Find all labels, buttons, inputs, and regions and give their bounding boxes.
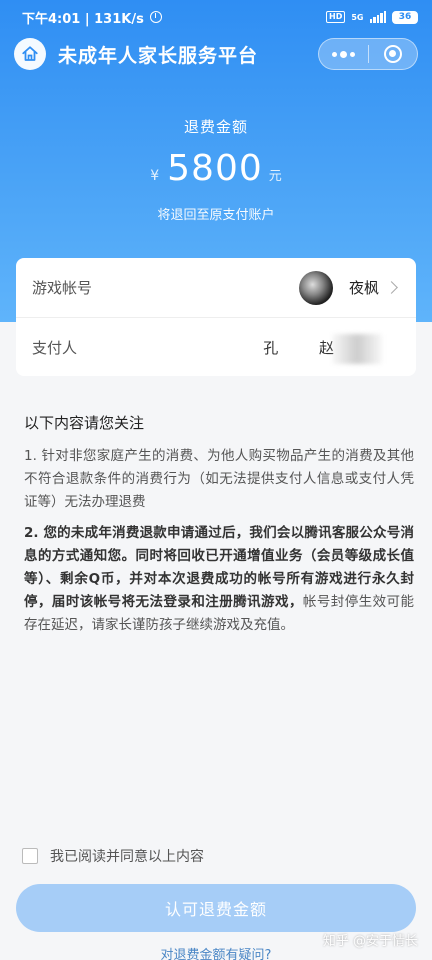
account-card: 游戏帐号 夜枫 支付人 孔 赵 [16, 258, 416, 376]
close-mini-program-icon[interactable] [368, 45, 417, 63]
amount-value: 5800 [167, 148, 263, 189]
game-account-row[interactable]: 游戏帐号 夜枫 [16, 258, 416, 317]
status-right: HD 5G 36 [326, 10, 418, 24]
home-icon [22, 46, 38, 61]
status-time: 下午4:01 | 131K/s [22, 11, 144, 27]
chevron-right-icon [385, 281, 398, 294]
avatar [298, 270, 333, 305]
privacy-blur [332, 334, 382, 364]
notice-item-1: 1. 针对非您家庭产生的消费、为他人购买物品产生的消费及其他不符合退款条件的消费… [24, 448, 414, 510]
nickname: 夜枫 [348, 279, 379, 297]
game-account-label: 游戏帐号 [32, 279, 93, 297]
amount-unit: 元 [268, 169, 282, 184]
payer-row: 支付人 孔 赵 [16, 317, 416, 376]
notice-section: 以下内容请您关注 1. 针对非您家庭产生的消费、为他人购买物品产生的消费及其他不… [24, 412, 414, 645]
refund-label: 退费金额 [183, 118, 248, 136]
status-left: 下午4:01 | 131K/s [22, 8, 162, 27]
signal-icon [369, 11, 386, 23]
nav-bar: 未成年人家长服务平台 [0, 34, 432, 74]
network-label: 5G [351, 12, 364, 22]
refund-question-link[interactable]: 对退费金额有疑问? [0, 944, 432, 960]
refund-amount: ¥ 5800 元 [0, 148, 432, 189]
payer-label: 支付人 [32, 338, 78, 357]
notice-title: 以下内容请您关注 [24, 414, 145, 432]
confirm-refund-button[interactable]: 认可退费金额 [16, 884, 416, 932]
more-icon[interactable] [319, 50, 368, 58]
alarm-icon [149, 11, 162, 23]
battery-icon: 36 [392, 10, 418, 24]
agree-checkbox[interactable] [22, 848, 38, 864]
refund-destination: 将退回至原支付账户 [157, 208, 275, 223]
page-title: 未成年人家长服务平台 [58, 44, 259, 67]
game-account-value: 夜枫 [298, 270, 400, 305]
agree-label: 我已阅读并同意以上内容 [50, 849, 204, 865]
home-button[interactable] [14, 38, 46, 70]
currency-symbol: ¥ [150, 168, 160, 184]
notice-item-2: 2. 您的未成年消费退款申请通过后，我们会以腾讯客服公众号消息的方式通知您。同时… [24, 522, 414, 637]
agree-row[interactable]: 我已阅读并同意以上内容 [22, 846, 204, 866]
status-bar: 下午4:01 | 131K/s HD 5G 36 [0, 0, 432, 34]
mini-program-capsule [318, 38, 418, 70]
hd-badge: HD [326, 11, 346, 23]
